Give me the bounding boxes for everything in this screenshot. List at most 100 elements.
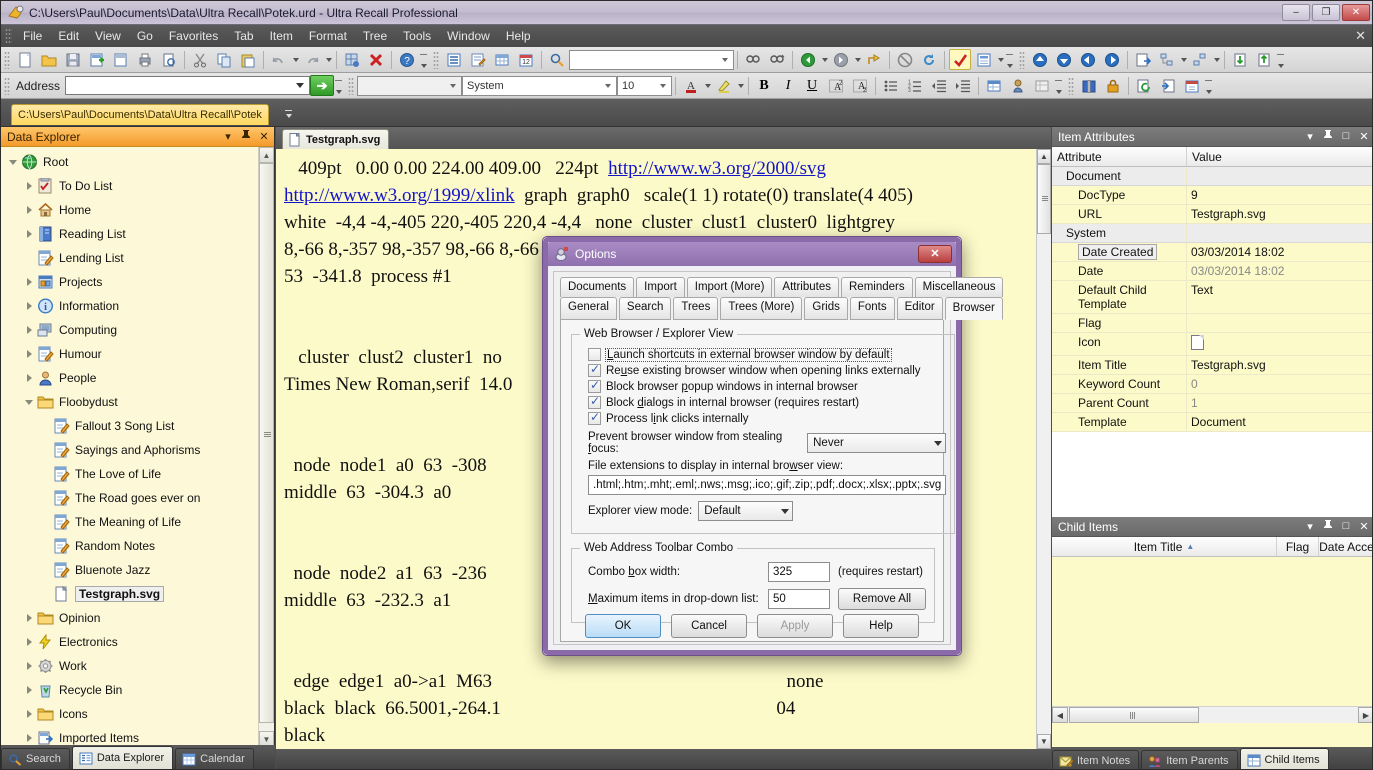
dialog-tab-grids[interactable]: Grids bbox=[804, 297, 848, 320]
toolbar-grip-3[interactable] bbox=[1019, 50, 1025, 69]
new-sibling-icon[interactable] bbox=[110, 49, 132, 70]
find-icon[interactable] bbox=[742, 49, 764, 70]
tree-item-testgraph-svg[interactable]: Testgraph.svg bbox=[1, 582, 259, 606]
paste-icon[interactable] bbox=[237, 49, 259, 70]
grid-icon[interactable] bbox=[491, 49, 513, 70]
attribute-value[interactable]: 0 bbox=[1187, 375, 1372, 393]
highlight-dropdown-icon[interactable] bbox=[736, 75, 745, 96]
address-input[interactable] bbox=[65, 76, 311, 95]
dialog-tab-trees[interactable]: Trees bbox=[673, 297, 719, 320]
tree-item-work[interactable]: Work bbox=[1, 654, 259, 678]
attribute-row[interactable]: Icon bbox=[1052, 333, 1372, 356]
tree-item-to-do-list[interactable]: To Do List bbox=[1, 174, 259, 198]
format-toolbar-grip[interactable] bbox=[348, 76, 355, 95]
pin-icon[interactable] bbox=[1322, 129, 1334, 143]
tab-item-parents[interactable]: Item Parents bbox=[1141, 750, 1238, 769]
checkbox-row[interactable]: Block browser popup windows in internal … bbox=[588, 378, 946, 393]
tree-item-sayings-and-aphorisms[interactable]: Sayings and Aphorisms bbox=[1, 438, 259, 462]
attribute-row[interactable]: Template Document bbox=[1052, 413, 1372, 432]
chevron-down-icon[interactable] bbox=[722, 57, 728, 62]
highlight-icon[interactable] bbox=[713, 75, 735, 96]
address-toolbar-overflow[interactable] bbox=[334, 75, 345, 97]
svg-namespace-link[interactable]: http://www.w3.org/2000/svg bbox=[608, 158, 826, 179]
tree-item-recycle-bin[interactable]: Recycle Bin bbox=[1, 678, 259, 702]
tree-expander-icon[interactable] bbox=[23, 276, 35, 288]
checkbox-row[interactable]: Block dialogs in internal browser (requi… bbox=[588, 394, 946, 409]
checkbox-checked-icon[interactable] bbox=[588, 394, 601, 409]
minimize-button[interactable]: – bbox=[1282, 4, 1310, 21]
chevron-down-icon[interactable] bbox=[660, 83, 667, 88]
path-tab[interactable]: C:\Users\Paul\Documents\Data\Ultra Recal… bbox=[11, 104, 269, 125]
menu-grip[interactable] bbox=[5, 28, 12, 44]
tab-item-notes[interactable]: Item Notes bbox=[1052, 750, 1140, 769]
toolbar-overflow-3[interactable] bbox=[1276, 49, 1287, 71]
tree-expander-icon[interactable] bbox=[23, 708, 35, 720]
menu-item-format[interactable]: Format bbox=[301, 26, 355, 46]
lock-icon[interactable] bbox=[1102, 75, 1124, 96]
document-tab-testgraph[interactable]: Testgraph.svg bbox=[282, 129, 390, 149]
attribute-value[interactable] bbox=[1187, 314, 1372, 332]
dialog-tab-search[interactable]: Search bbox=[618, 297, 672, 320]
underline-icon[interactable]: U bbox=[801, 75, 823, 96]
close-document-button[interactable]: ✕ bbox=[1355, 28, 1366, 44]
attribute-row[interactable]: Item Title Testgraph.svg bbox=[1052, 356, 1372, 375]
attribute-row[interactable]: Document bbox=[1052, 167, 1372, 186]
tree-expander-icon[interactable] bbox=[23, 684, 35, 696]
column-flag[interactable]: Flag bbox=[1277, 537, 1319, 556]
superscript-icon[interactable]: A2 bbox=[825, 75, 847, 96]
menu-item-item[interactable]: Item bbox=[262, 26, 301, 46]
redo-icon[interactable] bbox=[301, 49, 323, 70]
decrease-indent-icon[interactable] bbox=[928, 75, 950, 96]
tree-item-computing[interactable]: Computing bbox=[1, 318, 259, 342]
expand-icon[interactable] bbox=[1229, 49, 1251, 70]
new-document-icon[interactable] bbox=[14, 49, 36, 70]
tree-item-home[interactable]: Home bbox=[1, 198, 259, 222]
number-list-icon[interactable]: 123 bbox=[904, 75, 926, 96]
collapse-icon[interactable] bbox=[1253, 49, 1275, 70]
tree-item-the-love-of-life[interactable]: The Love of Life bbox=[1, 462, 259, 486]
flag-icon[interactable] bbox=[949, 49, 971, 70]
chevron-down-icon[interactable] bbox=[605, 83, 612, 88]
scroll-left-button[interactable]: ◀ bbox=[1052, 707, 1068, 723]
attribute-row[interactable]: Parent Count 1 bbox=[1052, 394, 1372, 413]
tree-expander-icon[interactable] bbox=[23, 180, 35, 192]
insert-object-icon[interactable] bbox=[1031, 75, 1053, 96]
remove-all-button[interactable]: Remove All bbox=[838, 588, 926, 610]
tree-expander-icon[interactable] bbox=[23, 204, 35, 216]
explorer-view-mode-combo[interactable]: Default bbox=[698, 501, 794, 521]
attribute-row[interactable]: Flag bbox=[1052, 314, 1372, 333]
outdent-icon[interactable] bbox=[1189, 49, 1211, 70]
print-icon[interactable] bbox=[134, 49, 156, 70]
data-explorer-tree[interactable]: Root To Do List Home Reading List Lending Li… bbox=[1, 147, 259, 747]
dialog-tab-miscellaneous[interactable]: Miscellaneous bbox=[914, 277, 1004, 297]
move-left-icon[interactable] bbox=[1077, 49, 1099, 70]
column-attribute[interactable]: Attribute bbox=[1052, 147, 1187, 166]
tree-expander-icon[interactable] bbox=[23, 396, 35, 408]
close-button[interactable]: ✕ bbox=[1342, 4, 1370, 21]
menu-item-go[interactable]: Go bbox=[129, 26, 161, 46]
chevron-down-icon[interactable] bbox=[296, 83, 305, 88]
tab-calendar[interactable]: Calendar bbox=[175, 748, 254, 769]
chevron-down-icon[interactable]: ▾ bbox=[1304, 520, 1316, 533]
help-button[interactable]: Help bbox=[843, 614, 919, 638]
tree-vertical-scrollbar[interactable]: ▲ ▼ bbox=[258, 147, 274, 747]
attribute-row[interactable]: System bbox=[1052, 224, 1372, 243]
scroll-up-button[interactable]: ▲ bbox=[259, 147, 274, 163]
menu-item-tools[interactable]: Tools bbox=[395, 26, 439, 46]
font-color-dropdown-icon[interactable] bbox=[703, 75, 712, 96]
style-combo[interactable] bbox=[357, 75, 463, 96]
chevron-down-icon[interactable] bbox=[450, 83, 457, 88]
tree-item-information[interactable]: i Information bbox=[1, 294, 259, 318]
attribute-value[interactable]: Text bbox=[1187, 281, 1372, 313]
attribute-value[interactable]: 9 bbox=[1187, 186, 1372, 204]
dictionary-icon[interactable] bbox=[1078, 75, 1100, 96]
attribute-value[interactable] bbox=[1187, 333, 1372, 355]
tree-item-root[interactable]: Root bbox=[1, 150, 259, 174]
forward-dropdown-icon[interactable] bbox=[853, 49, 862, 70]
save-icon[interactable] bbox=[62, 49, 84, 70]
attribute-row[interactable]: Date Created 03/03/2014 18:02 bbox=[1052, 243, 1372, 262]
find-next-icon[interactable] bbox=[766, 49, 788, 70]
document-vertical-scrollbar[interactable]: ▲ ▼ bbox=[1036, 149, 1051, 749]
tree-item-opinion[interactable]: Opinion bbox=[1, 606, 259, 630]
maximize-icon[interactable]: □ bbox=[1340, 520, 1352, 532]
